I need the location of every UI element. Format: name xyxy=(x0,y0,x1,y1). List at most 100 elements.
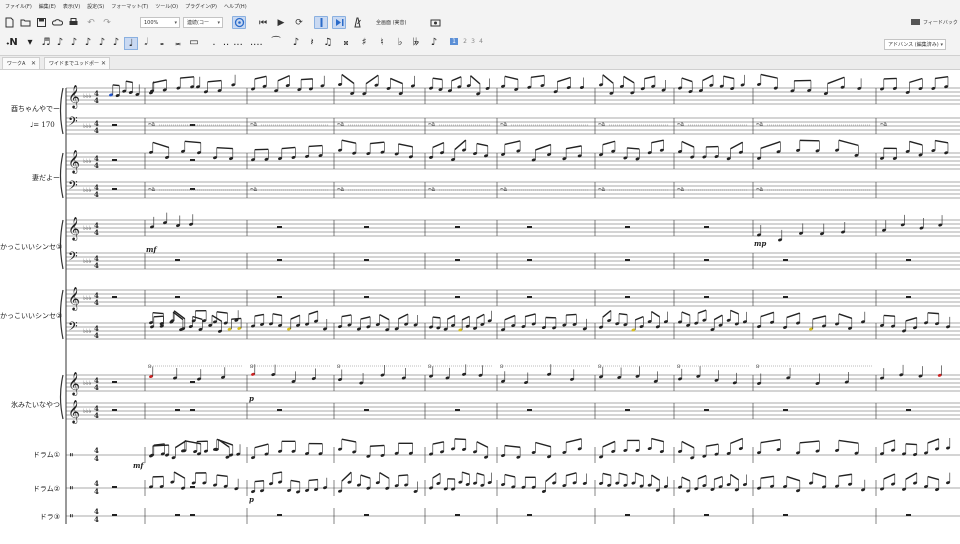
note-input-mode-icon[interactable]: 𝆺N xyxy=(6,37,18,48)
beam xyxy=(839,474,852,476)
note-1024th-icon[interactable]: ♬ xyxy=(40,37,52,48)
tab-score-b[interactable]: ワイドまでユッドポー✕ xyxy=(44,57,110,69)
triple-dot-icon[interactable]: ... xyxy=(232,37,244,48)
page-view-select[interactable]: 連続(コー▾ xyxy=(183,17,223,28)
loop-icon[interactable]: ⟳ xyxy=(292,16,306,29)
tab-score-a[interactable]: ワークA✕ xyxy=(2,57,40,69)
whole-rest xyxy=(112,124,117,126)
whole-rest xyxy=(112,296,117,298)
note-longa-icon[interactable]: ▭ xyxy=(188,37,200,48)
workspace-select[interactable]: アドバンス (編集済み)▾ xyxy=(884,39,946,50)
feedback-button[interactable]: フィードバック xyxy=(923,19,958,26)
note-quarter-icon[interactable]: ♩ xyxy=(124,37,138,50)
menu-format[interactable]: フォーマット(T) xyxy=(111,3,148,10)
beam xyxy=(682,78,692,82)
menu-plugins[interactable]: プラグイン(P) xyxy=(185,3,217,10)
beam xyxy=(839,440,859,443)
play-icon[interactable]: ▶ xyxy=(274,16,288,29)
image-capture-icon[interactable] xyxy=(428,16,442,29)
ottava-marking: 𝄐a xyxy=(677,121,684,128)
undo-icon[interactable]: ↶ xyxy=(84,16,98,29)
beam xyxy=(398,475,407,476)
beam xyxy=(361,317,370,319)
flip-direction-icon[interactable]: ♫ xyxy=(322,37,334,48)
beam xyxy=(761,476,774,478)
beam xyxy=(255,76,267,79)
note-64th-icon[interactable]: ♪ xyxy=(96,37,108,48)
quadruple-dot-icon[interactable]: .... xyxy=(250,37,262,48)
double-dot-icon[interactable]: .. xyxy=(220,37,232,48)
note-32nd-icon[interactable]: ♪ xyxy=(110,37,122,48)
acciaccatura-icon[interactable]: ♪ xyxy=(290,37,302,48)
feedback-icon[interactable] xyxy=(908,16,922,29)
note-breve-icon[interactable]: 𝅜 xyxy=(172,37,184,48)
menu-add[interactable]: 設定(S) xyxy=(87,3,104,10)
beam xyxy=(603,311,611,318)
augmentation-dot-icon[interactable]: . xyxy=(208,37,220,48)
note-half-icon[interactable]: 𝅗𝅥 xyxy=(140,37,152,48)
new-file-icon[interactable] xyxy=(2,16,16,29)
instrument-name: ドラ③ xyxy=(0,512,60,522)
print-icon[interactable] xyxy=(66,16,80,29)
double-flat-icon[interactable]: 𝄫 xyxy=(410,37,422,48)
menu-help[interactable]: ヘルプ(H) xyxy=(224,3,247,10)
flat-icon[interactable]: ♭ xyxy=(394,37,406,48)
redo-icon[interactable]: ↷ xyxy=(100,16,114,29)
rewind-icon[interactable]: ⏮ xyxy=(256,16,270,29)
note-256th-icon[interactable]: ♪ xyxy=(68,37,80,48)
voice-1-button[interactable]: 1 xyxy=(450,38,458,45)
beam xyxy=(309,146,323,147)
voice-3-button[interactable]: 3 xyxy=(470,38,476,45)
beam xyxy=(433,143,444,148)
score-tabs: ワークA✕ ワイドまでユッドポー✕ xyxy=(0,56,960,70)
note-whole-icon[interactable]: 𝅝 xyxy=(156,37,168,48)
playback-end-icon[interactable] xyxy=(332,16,346,29)
zoom-select[interactable]: 100%▾ xyxy=(140,17,180,28)
score-canvas[interactable]: 𝄞♭♭♭44𝄢♭♭♭44𝄞♭♭♭44𝄢♭♭♭44𝄞♭♭♭44𝄢♭♭♭44𝄞♭♭♭… xyxy=(0,70,960,540)
beam xyxy=(682,142,694,148)
beam xyxy=(813,473,826,477)
metronome-toggle-icon[interactable] xyxy=(314,16,328,29)
articulation-icon[interactable]: ♪ xyxy=(428,37,440,48)
whole-rest xyxy=(783,259,788,261)
menu-file[interactable]: ファイル(F) xyxy=(5,3,32,10)
whole-rest xyxy=(190,159,195,161)
close-icon[interactable]: ✕ xyxy=(101,60,106,67)
beam xyxy=(909,141,922,144)
menu-view[interactable]: 表示(V) xyxy=(63,3,80,10)
beam xyxy=(505,475,515,477)
note-512th-icon[interactable]: ♪ xyxy=(54,37,66,48)
voice-2-button[interactable]: 2 xyxy=(462,38,468,45)
tie-icon[interactable]: ⁀ xyxy=(270,37,282,48)
beam xyxy=(730,142,742,148)
voice-dropdown-icon[interactable]: ▾ xyxy=(24,37,36,48)
whole-rest xyxy=(527,409,532,411)
beam xyxy=(273,314,282,316)
beam xyxy=(153,313,164,314)
save-icon[interactable] xyxy=(34,16,48,29)
beam xyxy=(730,475,738,480)
midi-input-icon[interactable] xyxy=(232,16,246,29)
menu-tools[interactable]: ツール(O) xyxy=(155,3,178,10)
close-icon[interactable]: ✕ xyxy=(31,60,36,67)
menu-edit[interactable]: 編集(E) xyxy=(39,3,56,10)
beam xyxy=(703,75,713,80)
whole-rest xyxy=(527,259,532,261)
note-128th-icon[interactable]: ♪ xyxy=(82,37,94,48)
upload-cloud-icon[interactable] xyxy=(50,16,64,29)
natural-icon[interactable]: ♮ xyxy=(376,37,388,48)
double-sharp-icon[interactable]: 𝄪 xyxy=(340,37,352,48)
concert-pitch-toggle[interactable]: 全画面 (実音) xyxy=(376,19,407,26)
beam xyxy=(787,477,800,481)
time-signature: 4 xyxy=(94,411,99,420)
open-folder-icon[interactable] xyxy=(18,16,32,29)
dynamic-mp: mp xyxy=(754,239,766,248)
beam xyxy=(255,444,268,448)
rest-icon[interactable]: 𝄽 xyxy=(306,37,318,48)
beam xyxy=(651,312,659,317)
beam xyxy=(935,141,948,143)
beam xyxy=(208,81,222,82)
voice-4-button[interactable]: 4 xyxy=(478,38,484,45)
sharp-icon[interactable]: ♯ xyxy=(358,37,370,48)
metronome-icon[interactable] xyxy=(350,16,364,29)
